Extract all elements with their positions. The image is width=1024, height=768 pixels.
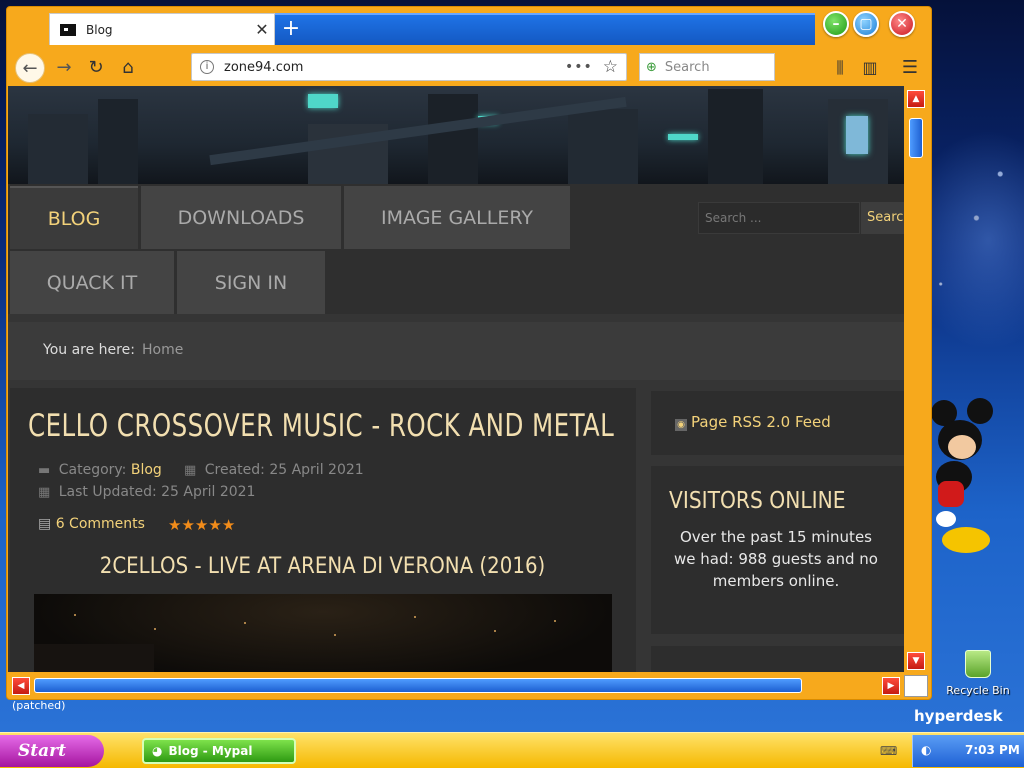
reload-icon[interactable]: ↻ (81, 53, 111, 83)
recycle-bin-label: Recycle Bin (946, 684, 1010, 697)
visitors-text: Over the past 15 minutes we had: 988 gue… (674, 528, 878, 590)
menu-item-image-gallery[interactable]: IMAGE GALLERY (344, 186, 570, 249)
video-thumbnail[interactable] (34, 594, 612, 672)
star-icon[interactable]: ★ (222, 516, 235, 534)
breadcrumb-home-link[interactable]: Home (142, 342, 183, 358)
rss-feed-label: Page RSS 2.0 Feed (691, 413, 831, 431)
category-link[interactable]: Blog (131, 462, 162, 478)
horizontal-scrollbar[interactable]: ◀ ▶ (8, 675, 904, 697)
updated-text: Last Updated: 25 April 2021 (58, 484, 256, 500)
home-icon[interactable]: ⌂ (113, 53, 143, 83)
search-placeholder: Search (664, 59, 710, 75)
rss-feed-link[interactable]: ◉ Page RSS 2.0 Feed (675, 413, 831, 431)
star-icon[interactable]: ★ (181, 516, 194, 534)
rss-icon: ◉ (675, 419, 687, 431)
tab-title: Blog (86, 22, 113, 37)
maximize-button[interactable]: ▢ (853, 11, 879, 37)
menu-item-downloads[interactable]: DOWNLOADS (141, 186, 341, 249)
tab-close-icon[interactable]: ✕ (250, 20, 274, 39)
menu-item-quack-it[interactable]: QUACK IT (10, 251, 174, 314)
mickey-mouse-decoration (931, 398, 993, 553)
scroll-down-arrow-icon[interactable]: ▼ (907, 652, 925, 670)
folder-icon: ▬ (38, 463, 51, 478)
page-actions-icon[interactable]: ••• (565, 59, 593, 75)
calendar-icon: ▦ (184, 463, 197, 478)
menu-item-sign-in[interactable]: SIGN IN (177, 251, 325, 314)
created-text: Created: 25 April 2021 (204, 462, 364, 478)
scroll-up-arrow-icon[interactable]: ▲ (907, 90, 925, 108)
calendar-icon: ▦ (38, 485, 51, 500)
system-tray: ◐ 7:03 PM (912, 735, 1024, 767)
tab-blog[interactable]: Blog ✕ (49, 13, 275, 45)
resize-corner[interactable] (904, 675, 928, 697)
breadcrumb-label: You are here: (43, 342, 135, 358)
new-tab-button[interactable]: + (279, 17, 303, 41)
star-icon[interactable]: ★ (195, 516, 208, 534)
building-silhouette (34, 644, 154, 672)
article: CELLO CROSSOVER MUSIC - ROCK AND METAL ▬… (10, 388, 636, 672)
horizontal-scroll-thumb[interactable] (34, 678, 802, 693)
tab-bar: Blog ✕ + – ▢ ✕ (7, 7, 931, 47)
navigation-toolbar: ← → ↻ ⌂ i zone94.com ••• ☆ ⊕ Search ⫼ ▥ … (7, 47, 931, 87)
keyboard-icon[interactable]: ⌨ (880, 744, 897, 758)
close-window-button[interactable]: ✕ (889, 11, 915, 37)
bookmark-star-icon[interactable]: ☆ (603, 57, 618, 77)
hamburger-menu-icon[interactable]: ☰ (895, 53, 925, 83)
comments-link[interactable]: ▤ 6 Comments (38, 516, 145, 532)
hyperdesk-logo: hyperdesk (914, 707, 1003, 725)
site-search-button[interactable]: Searc (861, 202, 904, 234)
article-category: ▬ Category: Blog (38, 462, 162, 478)
library-icon[interactable]: ⫼ (825, 53, 855, 83)
site-search-input[interactable]: Search ... (698, 202, 860, 234)
star-icon[interactable]: ★ (168, 516, 181, 534)
header-banner-image (8, 86, 904, 184)
site-main-menu: BLOG DOWNLOADS IMAGE GALLERY QUACK IT SI… (8, 184, 904, 314)
video-title: 2CELLOS - LIVE AT ARENA DI VERONA (2016) (10, 554, 636, 579)
comment-icon: ▤ (38, 516, 52, 532)
page-viewport: BLOG DOWNLOADS IMAGE GALLERY QUACK IT SI… (8, 86, 904, 672)
rss-panel: ◉ Page RSS 2.0 Feed (651, 391, 904, 455)
site-info-icon[interactable]: i (200, 60, 214, 74)
star-icon[interactable]: ★ (208, 516, 221, 534)
recycle-bin[interactable]: Recycle Bin (938, 650, 1018, 697)
visitors-title: VISITORS ONLINE (669, 488, 846, 514)
next-sidebar-panel (651, 646, 904, 672)
vertical-scrollbar[interactable]: ▲ ▼ (904, 86, 928, 676)
address-bar[interactable]: i zone94.com ••• ☆ (191, 53, 627, 81)
video-title-text: 2CELLOS - LIVE AT ARENA DI VERONA (2016) (100, 554, 546, 579)
taskbar-item-label: Blog - Mypal (168, 744, 253, 758)
scroll-right-arrow-icon[interactable]: ▶ (882, 677, 900, 695)
article-title[interactable]: CELLO CROSSOVER MUSIC - ROCK AND METAL (28, 408, 614, 444)
tab-strip (275, 13, 815, 45)
taskbar-item-blog-mypal[interactable]: ◕ Blog - Mypal (142, 738, 296, 764)
forward-arrow-icon[interactable]: → (49, 53, 79, 83)
article-updated-date: ▦ Last Updated: 25 April 2021 (38, 484, 255, 500)
url-text[interactable]: zone94.com (224, 60, 565, 75)
sidebar-icon[interactable]: ▥ (855, 53, 885, 83)
site-favicon-icon (60, 23, 76, 36)
start-button[interactable]: Start (0, 735, 104, 767)
back-arrow-icon[interactable]: ← (15, 53, 45, 83)
network-icon[interactable]: ◐ (921, 743, 931, 757)
taskbar: Start ◕ Blog - Mypal ⌨ ◐ 7:03 PM (0, 732, 1024, 768)
menu-item-blog[interactable]: BLOG (10, 186, 138, 249)
visitors-online-panel: VISITORS ONLINE Over the past 15 minutes… (651, 466, 904, 634)
browser-search-input[interactable]: ⊕ Search (639, 53, 775, 81)
vertical-scroll-thumb[interactable] (909, 118, 923, 158)
search-icon: ⊕ (646, 59, 657, 75)
article-created-date: ▦ Created: 25 April 2021 (184, 462, 364, 478)
recycle-bin-icon[interactable] (965, 650, 991, 678)
mypal-app-icon: ◕ (152, 744, 163, 758)
rating-stars[interactable]: ★★★★★ (168, 516, 235, 534)
minimize-button[interactable]: – (823, 11, 849, 37)
scroll-left-arrow-icon[interactable]: ◀ (12, 677, 30, 695)
category-label: Category: (58, 462, 127, 478)
comments-count: 6 Comments (55, 516, 145, 532)
clock[interactable]: 7:03 PM (965, 743, 1020, 757)
patched-label: (patched) (12, 699, 66, 712)
breadcrumb: You are here: Home (8, 322, 904, 380)
